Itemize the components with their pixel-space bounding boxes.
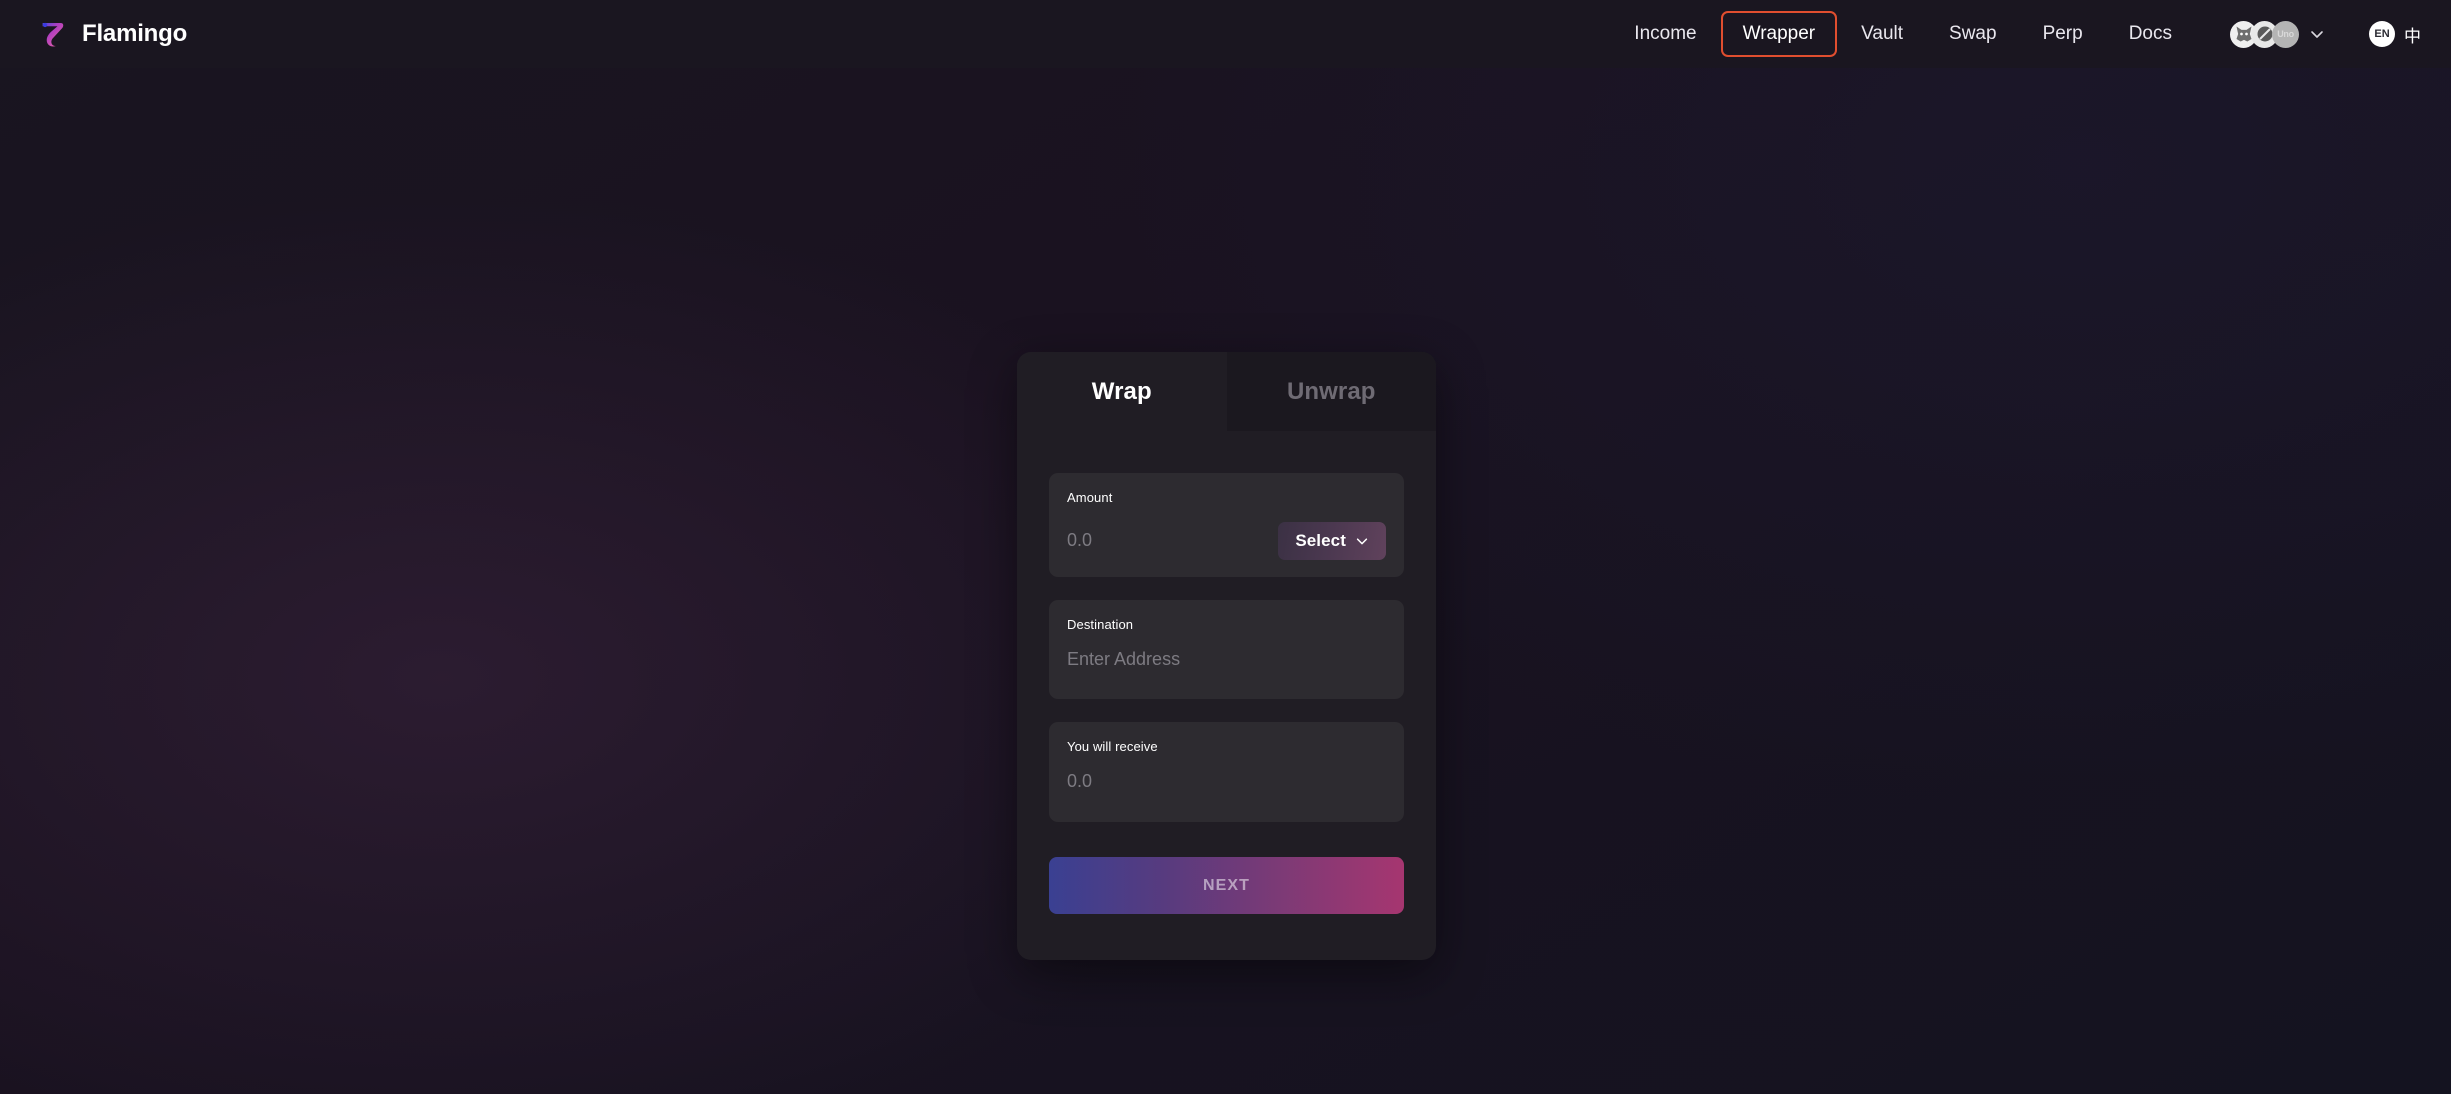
destination-input[interactable] <box>1067 649 1386 671</box>
brand-logo[interactable]: Flamingo <box>36 18 187 51</box>
wrapper-form: Amount Select Destination You will recei… <box>1017 431 1436 915</box>
receive-row <box>1067 770 1386 793</box>
nav-item-wrapper[interactable]: Wrapper <box>1720 10 1838 58</box>
amount-label: Amount <box>1067 490 1113 505</box>
token-select-button[interactable]: Select <box>1278 522 1386 560</box>
destination-row <box>1067 649 1386 671</box>
uno-wallet-icon[interactable]: Uno <box>2272 20 2299 48</box>
wallet-connector[interactable]: Uno <box>2230 20 2325 48</box>
amount-input[interactable] <box>1067 530 1265 552</box>
language-english-button[interactable]: EN <box>2369 21 2395 47</box>
wrapper-card: Wrap Unwrap Amount Select Destination <box>1017 352 1436 961</box>
chevron-down-icon[interactable] <box>2309 26 2325 42</box>
nav-item-docs[interactable]: Docs <box>2107 11 2194 58</box>
receive-field-group: You will receive <box>1049 721 1404 823</box>
nav-item-vault[interactable]: Vault <box>1839 11 1925 58</box>
brand-name: Flamingo <box>82 20 188 47</box>
destination-field-group: Destination <box>1049 600 1404 699</box>
chevron-down-icon <box>1356 538 1368 545</box>
nav-item-perp[interactable]: Perp <box>2021 11 2105 58</box>
destination-label: Destination <box>1067 617 1134 632</box>
nav-item-swap[interactable]: Swap <box>1927 11 2019 58</box>
main-navigation: Income Wrapper Vault Swap Perp Docs <box>1612 10 2194 58</box>
flamingo-logo-icon <box>42 22 64 47</box>
receive-output <box>1067 770 1386 793</box>
token-select-label: Select <box>1295 531 1346 550</box>
app-header: Flamingo Income Wrapper Vault Swap Perp … <box>0 0 2451 68</box>
language-chinese-button[interactable]: 中 <box>2404 22 2421 47</box>
receive-label: You will receive <box>1067 738 1158 754</box>
language-switcher: EN 中 <box>2369 21 2421 47</box>
nav-item-income[interactable]: Income <box>1612 11 1718 58</box>
tab-wrap[interactable]: Wrap <box>1017 352 1227 431</box>
tab-unwrap[interactable]: Unwrap <box>1226 352 1436 431</box>
wrap-unwrap-tabs: Wrap Unwrap <box>1017 352 1436 431</box>
amount-field-group: Amount Select <box>1049 473 1404 577</box>
next-button[interactable]: NEXT <box>1049 857 1404 915</box>
amount-row: Select <box>1067 522 1386 560</box>
